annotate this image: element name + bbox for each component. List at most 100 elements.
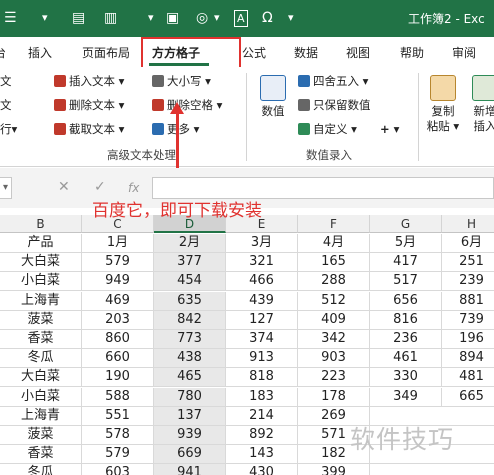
table-cell[interactable]: 321 (226, 253, 298, 273)
table-cell[interactable]: 469 (82, 291, 154, 311)
table-cell[interactable]: 374 (226, 330, 298, 349)
header-cell[interactable]: 产品 (0, 234, 82, 253)
shapes-icon[interactable]: ◎ (196, 8, 208, 28)
table-cell[interactable]: 409 (298, 310, 370, 330)
table-cell[interactable]: 203 (82, 310, 154, 330)
table-cell[interactable]: 大白菜 (0, 253, 82, 273)
more-icon[interactable]: ▾ (288, 8, 294, 28)
table-cell[interactable]: 菠菜 (0, 426, 82, 445)
table-cell[interactable]: 665 (442, 388, 494, 407)
table-cell[interactable] (442, 464, 494, 475)
table-cell[interactable]: 430 (226, 464, 298, 475)
plus-button[interactable]: + ▾ (380, 121, 399, 137)
table-cell[interactable]: 349 (370, 387, 442, 407)
table-cell[interactable]: 342 (298, 330, 370, 349)
table-cell[interactable]: 236 (370, 330, 442, 349)
table-cell[interactable]: 小白菜 (0, 387, 82, 407)
table-cell[interactable]: 上海青 (0, 291, 82, 311)
ribbon-fragment-3[interactable]: 行▾ (0, 121, 17, 137)
table-cell[interactable]: 178 (298, 387, 370, 407)
table-cell[interactable]: 196 (442, 330, 494, 349)
tab-help[interactable]: 帮助 (400, 44, 424, 61)
table-cell[interactable]: 466 (226, 272, 298, 292)
table-cell[interactable]: 251 (442, 253, 494, 273)
table-cell[interactable]: 512 (298, 291, 370, 311)
table-cell[interactable]: 635 (154, 291, 226, 311)
table-cell[interactable]: 656 (370, 291, 442, 311)
symbol-icon[interactable]: Ω (262, 8, 273, 28)
table-cell[interactable]: 892 (226, 426, 298, 445)
table-cell[interactable]: 579 (82, 253, 154, 273)
table-cell[interactable]: 894 (442, 349, 494, 369)
tab-data[interactable]: 数据 (294, 44, 318, 61)
table-cell[interactable]: 903 (298, 349, 370, 369)
round-button[interactable]: 四舍五入 ▾ (298, 73, 368, 89)
table-cell[interactable]: 183 (226, 387, 298, 407)
table-cell[interactable]: 860 (82, 330, 154, 349)
customize-dropdown-icon[interactable]: ▾ (42, 8, 48, 28)
table-cell[interactable]: 660 (82, 349, 154, 369)
shapes-dropdown-icon[interactable]: ▾ (214, 8, 220, 28)
table-cell[interactable]: 冬瓜 (0, 464, 82, 475)
header-cell[interactable]: 2月 (154, 234, 226, 253)
table-cell[interactable]: 288 (298, 272, 370, 292)
table-cell[interactable]: 818 (226, 368, 298, 388)
table-cell[interactable]: 127 (226, 310, 298, 330)
table-cell[interactable]: 439 (226, 291, 298, 311)
tab-home[interactable]: 台 (0, 44, 6, 61)
header-cell[interactable]: 4月 (298, 234, 370, 253)
table-cell[interactable]: 603 (82, 464, 154, 475)
table-cell[interactable]: 239 (442, 272, 494, 292)
column-header-g[interactable]: G (370, 215, 442, 233)
table-cell[interactable]: 小白菜 (0, 272, 82, 292)
confirm-icon[interactable]: ✓ (94, 179, 106, 195)
tab-insert[interactable]: 插入 (28, 44, 52, 61)
ribbon-fragment-2[interactable]: 文 (0, 97, 12, 113)
table-cell[interactable]: 816 (370, 310, 442, 330)
table-cell[interactable]: 大白菜 (0, 368, 82, 388)
tab-page-layout[interactable]: 页面布局 (82, 44, 130, 61)
tab-view[interactable]: 视图 (346, 44, 370, 61)
ribbon-menu-icon[interactable]: ☰ (4, 8, 17, 28)
screenshot-icon[interactable]: ▣ (166, 8, 179, 28)
cut-text-button[interactable]: 截取文本 ▾ (54, 121, 124, 137)
table-cell[interactable]: 842 (154, 310, 226, 330)
table-cell[interactable]: 菠菜 (0, 310, 82, 330)
table-cell[interactable]: 190 (82, 368, 154, 388)
table-cell[interactable]: 461 (370, 349, 442, 369)
case-button[interactable]: 大小写 ▾ (152, 73, 211, 89)
table-cell[interactable]: 913 (226, 349, 298, 369)
delete-text-button[interactable]: 删除文本 ▾ (54, 97, 124, 113)
custom-button[interactable]: 自定义 ▾ (298, 121, 357, 137)
table-cell[interactable]: 465 (154, 368, 226, 388)
table-cell[interactable]: 137 (154, 406, 226, 426)
ribbon-fragment-1[interactable]: 文 (0, 73, 12, 89)
table-cell[interactable]: 669 (154, 445, 226, 465)
form-icon[interactable]: ▤ (72, 8, 85, 28)
table-cell[interactable]: 578 (82, 426, 154, 445)
chart-dropdown-icon[interactable]: ▾ (148, 8, 154, 28)
table-cell[interactable]: 579 (82, 445, 154, 465)
table-cell[interactable]: 949 (82, 272, 154, 292)
table-cell[interactable]: 399 (298, 464, 370, 475)
column-header-f[interactable]: F (298, 215, 370, 233)
header-cell[interactable]: 6月 (442, 234, 494, 253)
header-cell[interactable]: 5月 (370, 234, 442, 253)
table-cell[interactable]: 143 (226, 445, 298, 465)
table-cell[interactable]: 941 (154, 464, 226, 475)
table-cell[interactable]: 780 (154, 387, 226, 407)
column-header-b[interactable]: B (0, 215, 82, 233)
delete-space-button[interactable]: 删除空格 ▾ (152, 97, 222, 113)
keep-value-button[interactable]: 只保留数值 (298, 97, 371, 113)
copy-paste-button[interactable]: 复制粘贴 ▾ (426, 75, 460, 134)
table-cell[interactable]: 377 (154, 253, 226, 273)
table-cell[interactable]: 939 (154, 426, 226, 445)
table-cell[interactable]: 上海青 (0, 406, 82, 426)
table-cell[interactable]: 588 (82, 387, 154, 407)
table-cell[interactable]: 454 (154, 272, 226, 292)
table-cell[interactable]: 773 (154, 330, 226, 349)
chart-icon[interactable]: ▥ (104, 8, 117, 28)
value-button[interactable]: 数值 (256, 75, 290, 119)
header-cell[interactable]: 1月 (82, 234, 154, 253)
table-cell[interactable]: 517 (370, 272, 442, 292)
